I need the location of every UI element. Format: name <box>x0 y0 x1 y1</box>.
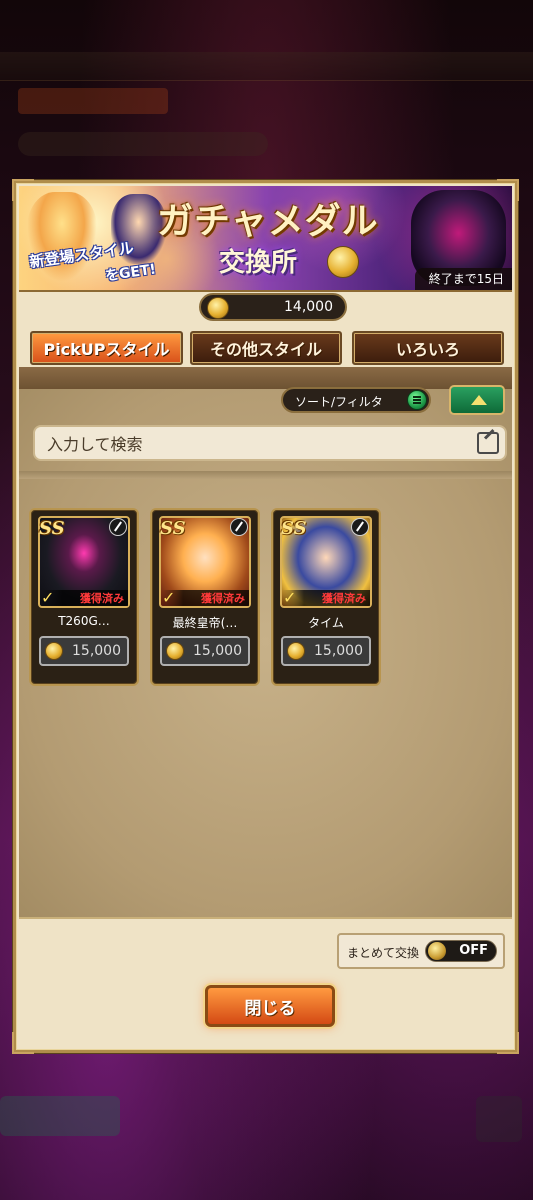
banner-subtitle: 交換所 <box>219 248 298 278</box>
medal-balance-value: 14,000 <box>284 299 333 315</box>
rank-badge: SS <box>160 518 186 539</box>
medal-coin-icon <box>166 642 184 660</box>
sword-icon <box>230 518 248 536</box>
tab-other-styles[interactable]: その他スタイル <box>190 331 342 365</box>
collapse-toggle-button[interactable] <box>449 385 505 415</box>
toggle-switch[interactable]: OFF <box>425 940 497 962</box>
medal-coin-icon <box>207 297 229 319</box>
style-name: T260G… <box>58 614 110 628</box>
medal-exchange-dialog: ガチャメダル 交換所 新登場スタイル をGET! 終了まで15日 14,000 … <box>12 179 519 1054</box>
sword-icon <box>109 518 127 536</box>
toggle-state: OFF <box>459 943 488 958</box>
medal-balance: 14,000 <box>199 293 347 321</box>
style-card-time[interactable]: SS 獲得済み ✓ タイム 15,000 <box>271 508 381 686</box>
list-menu-icon <box>407 390 427 410</box>
medal-coin-icon <box>327 246 359 278</box>
edit-icon[interactable] <box>477 432 499 454</box>
background-row <box>18 132 268 156</box>
style-card-t260g[interactable]: SS 獲得済み ✓ T260G… 15,000 <box>29 508 139 686</box>
sort-filter-label: ソート/フィルタ <box>295 395 383 409</box>
bulk-exchange-toggle[interactable]: まとめて交換 OFF <box>337 933 505 969</box>
style-name: タイム <box>308 616 344 630</box>
price-value: 15,000 <box>72 643 121 659</box>
banner-title: ガチャメダル <box>157 200 379 242</box>
tab-misc[interactable]: いろいろ <box>352 331 504 365</box>
tab-pickup-styles[interactable]: PickUPスタイル <box>30 331 183 365</box>
price-tag: 15,000 <box>281 636 371 666</box>
background-status-bar <box>0 52 533 81</box>
exchange-banner: ガチャメダル 交換所 新登場スタイル をGET! 終了まで15日 <box>19 186 512 292</box>
medal-coin-icon <box>45 642 63 660</box>
rank-badge: SS <box>281 518 307 539</box>
checkmark-icon: ✓ <box>162 588 176 607</box>
gun-icon <box>351 518 369 536</box>
checkmark-icon: ✓ <box>283 588 297 607</box>
style-name: 最終皇帝(… <box>172 616 238 630</box>
background-menu-button <box>476 1096 522 1142</box>
background-gacha-tab <box>18 88 168 114</box>
background-back-button <box>0 1096 120 1136</box>
price-value: 15,000 <box>193 643 242 659</box>
toggle-knob <box>428 942 446 960</box>
dialog-footer: まとめて交換 OFF 閉じる <box>19 917 512 1049</box>
sort-filter-button[interactable]: ソート/フィルタ <box>281 387 431 413</box>
price-tag: 15,000 <box>160 636 250 666</box>
close-button[interactable]: 閉じる <box>205 985 335 1027</box>
price-tag: 15,000 <box>39 636 129 666</box>
divider <box>19 471 512 479</box>
price-value: 15,000 <box>314 643 363 659</box>
search-input[interactable] <box>45 431 469 457</box>
search-field[interactable] <box>33 425 507 461</box>
rank-badge: SS <box>39 518 65 539</box>
style-card-final-emperor[interactable]: SS 獲得済み ✓ 最終皇帝(… 15,000 <box>150 508 260 686</box>
checkmark-icon: ✓ <box>41 588 55 607</box>
time-remaining: 終了まで15日 <box>414 268 512 290</box>
header-strip <box>19 367 512 389</box>
medal-coin-icon <box>287 642 305 660</box>
bulk-exchange-label: まとめて交換 <box>347 946 420 960</box>
